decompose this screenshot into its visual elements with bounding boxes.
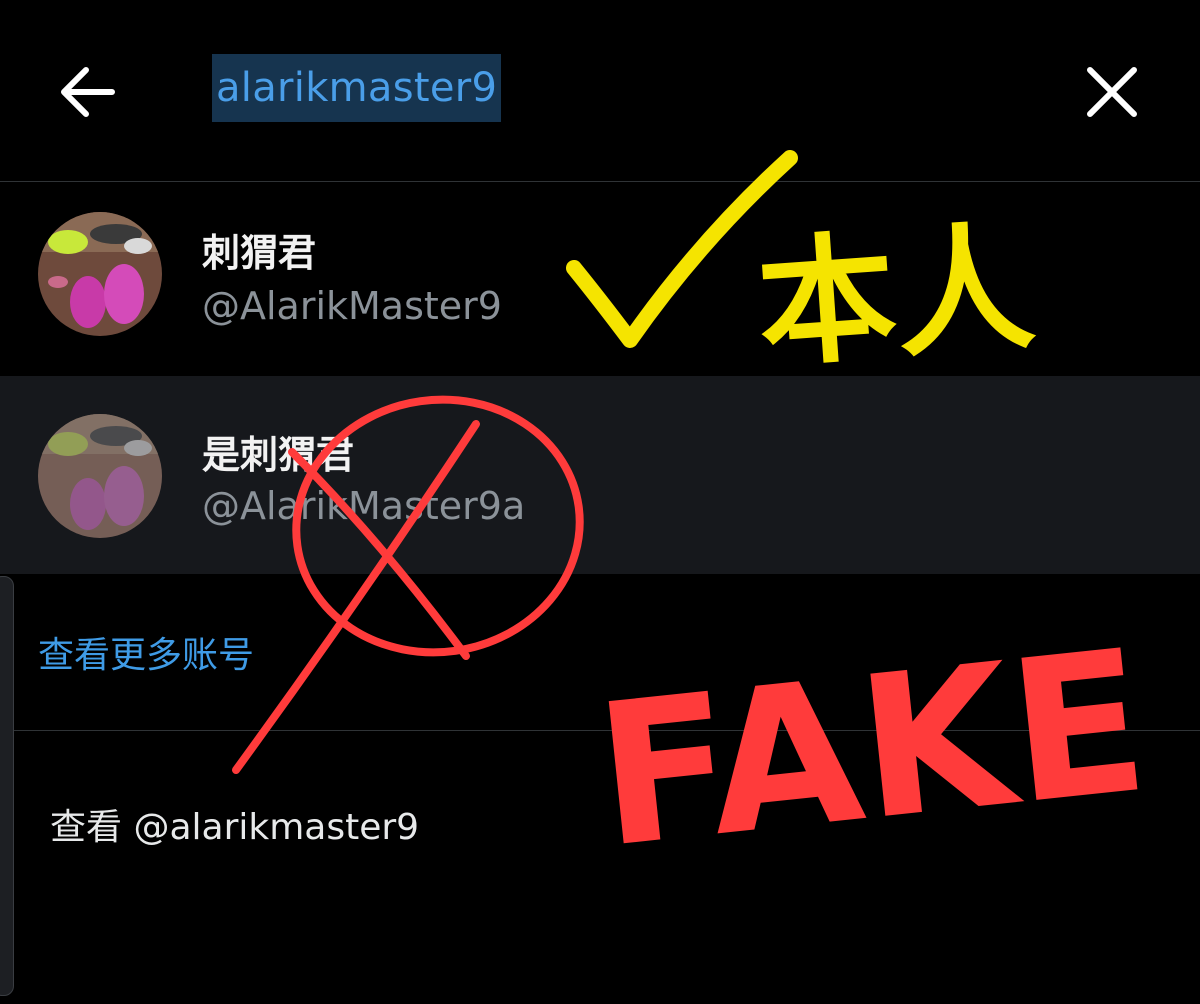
avatar xyxy=(38,414,162,538)
result-handle: @AlarikMaster9a xyxy=(202,484,526,528)
avatar xyxy=(38,212,162,336)
side-drawer-handle[interactable] xyxy=(0,576,14,996)
result-display-name: 刺猬君 xyxy=(202,231,317,275)
result-display-name: 是刺猬君 xyxy=(202,433,355,477)
back-button[interactable] xyxy=(56,62,120,122)
fake-annotation-label: FAKE xyxy=(587,608,1157,892)
search-header: alarikmaster9 xyxy=(0,0,1200,181)
search-result-row[interactable]: 是刺猬君 @AlarikMaster9a xyxy=(0,376,1200,574)
view-profile-link[interactable]: 查看 @alarikmaster9 xyxy=(50,798,419,850)
close-icon xyxy=(1087,67,1137,117)
view-more-accounts-link[interactable]: 查看更多账号 xyxy=(38,626,254,678)
divider xyxy=(0,730,1200,731)
arrow-left-icon xyxy=(61,67,115,117)
search-input[interactable]: alarikmaster9 xyxy=(212,54,502,122)
search-result-row[interactable]: 刺猬君 @AlarikMaster9 xyxy=(0,182,1200,376)
clear-search-button[interactable] xyxy=(1080,60,1144,124)
result-handle: @AlarikMaster9 xyxy=(202,284,502,328)
